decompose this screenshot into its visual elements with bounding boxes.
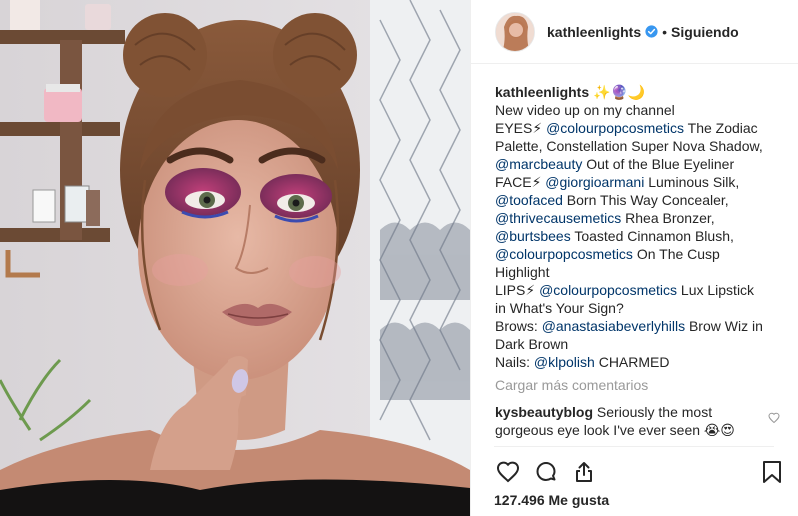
mention-link[interactable]: @colourpopcosmetics <box>495 246 633 262</box>
caption-line: LIPS⚡ @colourpopcosmetics Lux Lipstick <box>495 281 791 299</box>
caption-text: EYES⚡ <box>495 120 547 136</box>
caption-line: @toofaced Born This Way Concealer, <box>495 191 791 209</box>
caption-line: New video up on my channel <box>495 101 791 119</box>
share-button[interactable] <box>570 458 598 486</box>
comment-button[interactable] <box>532 458 560 486</box>
caption-header-line: kathleenlights ✨🔮🌙 <box>495 83 791 101</box>
post-photo[interactable] <box>0 0 470 516</box>
post-header: kathleenlights • Siguiendo <box>471 0 798 64</box>
mention-link[interactable]: @burtsbees <box>495 228 571 244</box>
likes-count[interactable]: 127.496 Me gusta <box>494 492 609 508</box>
caption-text: Nails: <box>495 354 534 370</box>
post-actions <box>494 458 790 486</box>
post-side-panel: kathleenlights • Siguiendo kathleenlight… <box>470 0 798 516</box>
caption-text: On The Cusp <box>632 246 720 262</box>
save-button[interactable] <box>758 458 786 486</box>
like-button[interactable] <box>494 458 522 486</box>
header-username[interactable]: kathleenlights <box>547 24 641 40</box>
instagram-post: kathleenlights • Siguiendo kathleenlight… <box>0 0 798 516</box>
caption-username[interactable]: kathleenlights <box>495 84 589 100</box>
caption-text: LIPS⚡ <box>495 282 540 298</box>
caption-text: New video up on my channel <box>495 102 675 118</box>
caption-text: The Zodiac <box>684 120 758 136</box>
caption-text: Out of the Blue Eyeliner <box>582 156 735 172</box>
caption-line: in What's Your Sign? <box>495 299 791 317</box>
caption-line: Highlight <box>495 263 791 281</box>
comment-username[interactable]: kysbeautyblog <box>495 404 593 420</box>
caption-line: Dark Brown <box>495 335 791 353</box>
bookmark-icon <box>763 461 781 483</box>
caption-text: Palette, Constellation Super Nova Shadow… <box>495 138 763 154</box>
verified-badge-icon <box>645 25 658 38</box>
mention-link[interactable]: @toofaced <box>495 192 563 208</box>
mention-link[interactable]: @colourpopcosmetics <box>539 282 677 298</box>
comment: kysbeautyblog Seriously the most gorgeou… <box>495 403 765 439</box>
caption-line: EYES⚡ @colourpopcosmetics The Zodiac <box>495 119 791 137</box>
comment-icon <box>536 462 556 481</box>
comment-text-line2: gorgeous eye look I've ever seen 😭😍 <box>495 422 735 438</box>
caption-line: Nails: @klpolish CHARMED <box>495 353 791 371</box>
caption-line: Brows: @anastasiabeverlyhills Brow Wiz i… <box>495 317 791 335</box>
following-button[interactable]: Siguiendo <box>671 24 739 40</box>
header-separator: • <box>662 23 668 40</box>
caption-text: in What's Your Sign? <box>495 300 624 316</box>
caption-text: Toasted Cinnamon Blush, <box>570 228 734 244</box>
share-icon <box>576 462 592 482</box>
mention-link[interactable]: @klpolish <box>534 354 595 370</box>
mention-link[interactable]: @marcbeauty <box>495 156 582 172</box>
mention-link[interactable]: @thrivecausemetics <box>495 210 621 226</box>
load-more-comments[interactable]: Cargar más comentarios <box>495 377 648 393</box>
caption-line: Palette, Constellation Super Nova Shadow… <box>495 137 791 155</box>
caption-line: FACE⚡ @giorgioarmani Luminous Silk, <box>495 173 791 191</box>
caption-text: Rhea Bronzer, <box>621 210 715 226</box>
actions-divider <box>494 446 774 447</box>
caption-text: Born This Way Concealer, <box>562 192 729 208</box>
caption-line: @burtsbees Toasted Cinnamon Blush, <box>495 227 791 245</box>
caption-emojis: ✨🔮🌙 <box>593 84 646 100</box>
heart-icon <box>496 461 520 483</box>
caption-text: Brow Wiz in <box>685 318 763 334</box>
avatar[interactable] <box>495 11 535 52</box>
mention-link[interactable]: @anastasiabeverlyhills <box>542 318 685 334</box>
caption-line: @marcbeauty Out of the Blue Eyeliner <box>495 155 791 173</box>
caption-text: Lux Lipstick <box>677 282 755 298</box>
caption-text: Highlight <box>495 264 550 280</box>
caption-line: @colourpopcosmetics On The Cusp <box>495 245 791 263</box>
mention-link[interactable]: @giorgioarmani <box>545 174 644 190</box>
caption-text: Dark Brown <box>495 336 569 352</box>
comment-text-line1: Seriously the most <box>596 404 713 420</box>
post-caption: kathleenlights ✨🔮🌙 New video up on my ch… <box>495 83 791 371</box>
caption-body: New video up on my channel EYES⚡ @colourp… <box>495 101 791 371</box>
mention-link[interactable]: @colourpopcosmetics <box>546 120 684 136</box>
caption-text: Brows: <box>495 318 542 334</box>
caption-text: FACE⚡ <box>495 174 546 190</box>
selfie-image <box>0 0 470 516</box>
caption-text: CHARMED <box>594 354 670 370</box>
like-comment-heart-icon[interactable] <box>768 412 780 424</box>
caption-line: @thrivecausemetics Rhea Bronzer, <box>495 209 791 227</box>
caption-text: Luminous Silk, <box>644 174 740 190</box>
